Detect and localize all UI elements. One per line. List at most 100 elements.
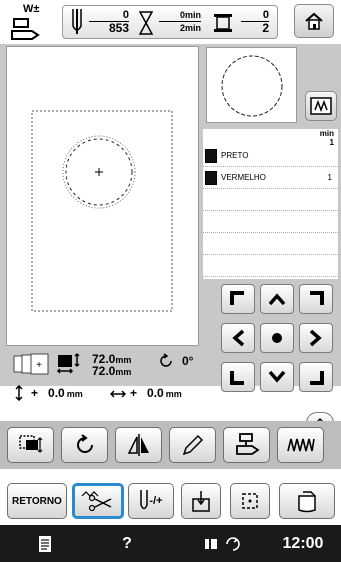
home-button[interactable] xyxy=(294,4,334,38)
sewing-progress-panel: 0 853 0min 2min 0 2 xyxy=(62,5,278,39)
chevron-right-icon xyxy=(309,329,322,347)
edit-tool-row xyxy=(0,421,341,469)
time-total: 2min xyxy=(159,21,201,35)
action-row: RETORNO -/+ xyxy=(0,477,341,525)
color-list-empty-row xyxy=(203,189,338,211)
chevron-up-icon xyxy=(268,293,286,306)
move-down-right-button[interactable] xyxy=(299,362,333,392)
stitch-total: 853 xyxy=(89,21,129,35)
presser-foot-icon xyxy=(235,433,260,455)
center-dot-icon xyxy=(272,333,282,343)
home-icon xyxy=(305,12,323,30)
move-up-right-button[interactable] xyxy=(299,284,333,314)
corner-down-left-icon xyxy=(230,371,244,385)
thread-spool-icon xyxy=(214,14,232,32)
corner-up-left-icon xyxy=(230,291,244,305)
corner-down-right-icon xyxy=(310,371,324,385)
chevron-down-icon xyxy=(268,370,286,383)
color-current: 0 xyxy=(262,9,269,21)
move-up-left-button[interactable] xyxy=(221,284,255,314)
help-label: ? xyxy=(122,534,132,552)
pattern-thumbnail xyxy=(206,47,297,123)
pattern-width-unit: mm xyxy=(115,367,132,377)
return-button[interactable]: RETORNO xyxy=(7,483,67,519)
move-right-button[interactable] xyxy=(299,323,333,353)
horizontal-offset-prefix: + xyxy=(130,386,138,400)
horizontal-offset-icon xyxy=(110,390,126,398)
move-down-button[interactable] xyxy=(260,362,294,392)
color-list-header-unit: min xyxy=(319,129,334,138)
trial-button[interactable] xyxy=(181,483,221,519)
svg-text:+: + xyxy=(36,360,42,371)
return-button-label: RETORNO xyxy=(12,495,62,507)
pencil-icon xyxy=(182,434,203,456)
pattern-size-icon xyxy=(56,352,80,374)
cut-thread-button[interactable] xyxy=(72,483,124,519)
memory-pocket-button[interactable] xyxy=(279,483,335,519)
pattern-width-value: 72.0 xyxy=(92,364,116,378)
top-bar: W± 0 853 0min 2min 0 2 xyxy=(0,0,341,44)
time-current: 0min xyxy=(179,10,201,20)
status-bar: ? 12:00 xyxy=(0,525,341,562)
stitch-counter: 0 853 xyxy=(89,9,129,35)
pattern-preview-wreath xyxy=(62,135,136,209)
help-button[interactable]: ? xyxy=(112,525,142,562)
embroidery-preview-area[interactable] xyxy=(6,46,199,346)
center-button[interactable] xyxy=(260,323,294,353)
frame-check-button[interactable] xyxy=(230,483,270,519)
move-up-button[interactable] xyxy=(260,284,294,314)
thread-spool-swatch xyxy=(205,148,217,163)
needle-count-button[interactable]: -/+ xyxy=(128,483,174,519)
color-list-item[interactable]: VERMELHO 1 xyxy=(203,167,338,189)
rotate-indicator-icon xyxy=(160,353,172,367)
scissors-thread-icon xyxy=(81,491,112,512)
hourglass-icon xyxy=(139,11,153,35)
presser-foot-label: W± xyxy=(23,3,40,15)
vertical-offset-prefix: + xyxy=(31,386,39,400)
time-counter: 0min 2min xyxy=(159,9,201,35)
vertical-offset: + 0.0 mm xyxy=(31,386,83,400)
needle-icon xyxy=(72,9,82,34)
vertical-offset-icon xyxy=(15,385,23,401)
size-button[interactable] xyxy=(7,427,54,463)
manual-button[interactable] xyxy=(30,525,60,562)
thread-display-button[interactable] xyxy=(305,91,337,121)
color-count: 1 xyxy=(327,173,332,182)
rotation-angle: 0° xyxy=(182,354,194,368)
horizontal-offset: + 0.0 mm xyxy=(130,386,182,400)
needle-icon xyxy=(140,490,149,510)
document-icon xyxy=(39,535,51,552)
thread-spool-swatch xyxy=(205,170,217,185)
move-left-button[interactable] xyxy=(221,323,255,353)
color-list-empty-row xyxy=(203,211,338,233)
machine-connection-icon xyxy=(205,536,240,551)
rotate-icon xyxy=(76,434,93,453)
hoop-size-icon: + xyxy=(13,353,49,375)
corner-up-right-icon xyxy=(310,291,324,305)
needle-drop-icon xyxy=(192,491,210,512)
color-list-empty-row xyxy=(203,255,338,277)
embroidery-edit-button[interactable] xyxy=(223,427,270,463)
mirror-icon xyxy=(127,434,149,456)
pocket-memory-icon xyxy=(298,491,316,513)
chevron-left-icon xyxy=(232,329,245,347)
rotate-button[interactable] xyxy=(61,427,108,463)
horizontal-offset-value: 0.0 xyxy=(147,386,164,400)
color-name: VERMELHO xyxy=(221,173,266,182)
density-button[interactable] xyxy=(169,427,216,463)
horizontal-offset-unit: mm xyxy=(165,389,182,399)
stitch-current: 0 xyxy=(122,9,129,21)
color-list-item[interactable]: PRETO xyxy=(203,145,338,167)
pattern-thumbnail-wreath xyxy=(221,55,283,117)
vertical-offset-unit: mm xyxy=(66,389,83,399)
move-down-left-button[interactable] xyxy=(221,362,255,392)
stitch-pattern-button[interactable] xyxy=(277,427,324,463)
presser-foot-icon xyxy=(11,18,40,40)
clock: 12:00 xyxy=(282,534,324,552)
color-counter: 0 2 xyxy=(241,9,269,35)
pattern-width: 72.0mm xyxy=(92,364,131,378)
vertical-offset-value: 0.0 xyxy=(48,386,65,400)
wireless-lan-status xyxy=(198,525,248,562)
color-name: PRETO xyxy=(221,151,249,160)
mirror-button[interactable] xyxy=(115,427,162,463)
